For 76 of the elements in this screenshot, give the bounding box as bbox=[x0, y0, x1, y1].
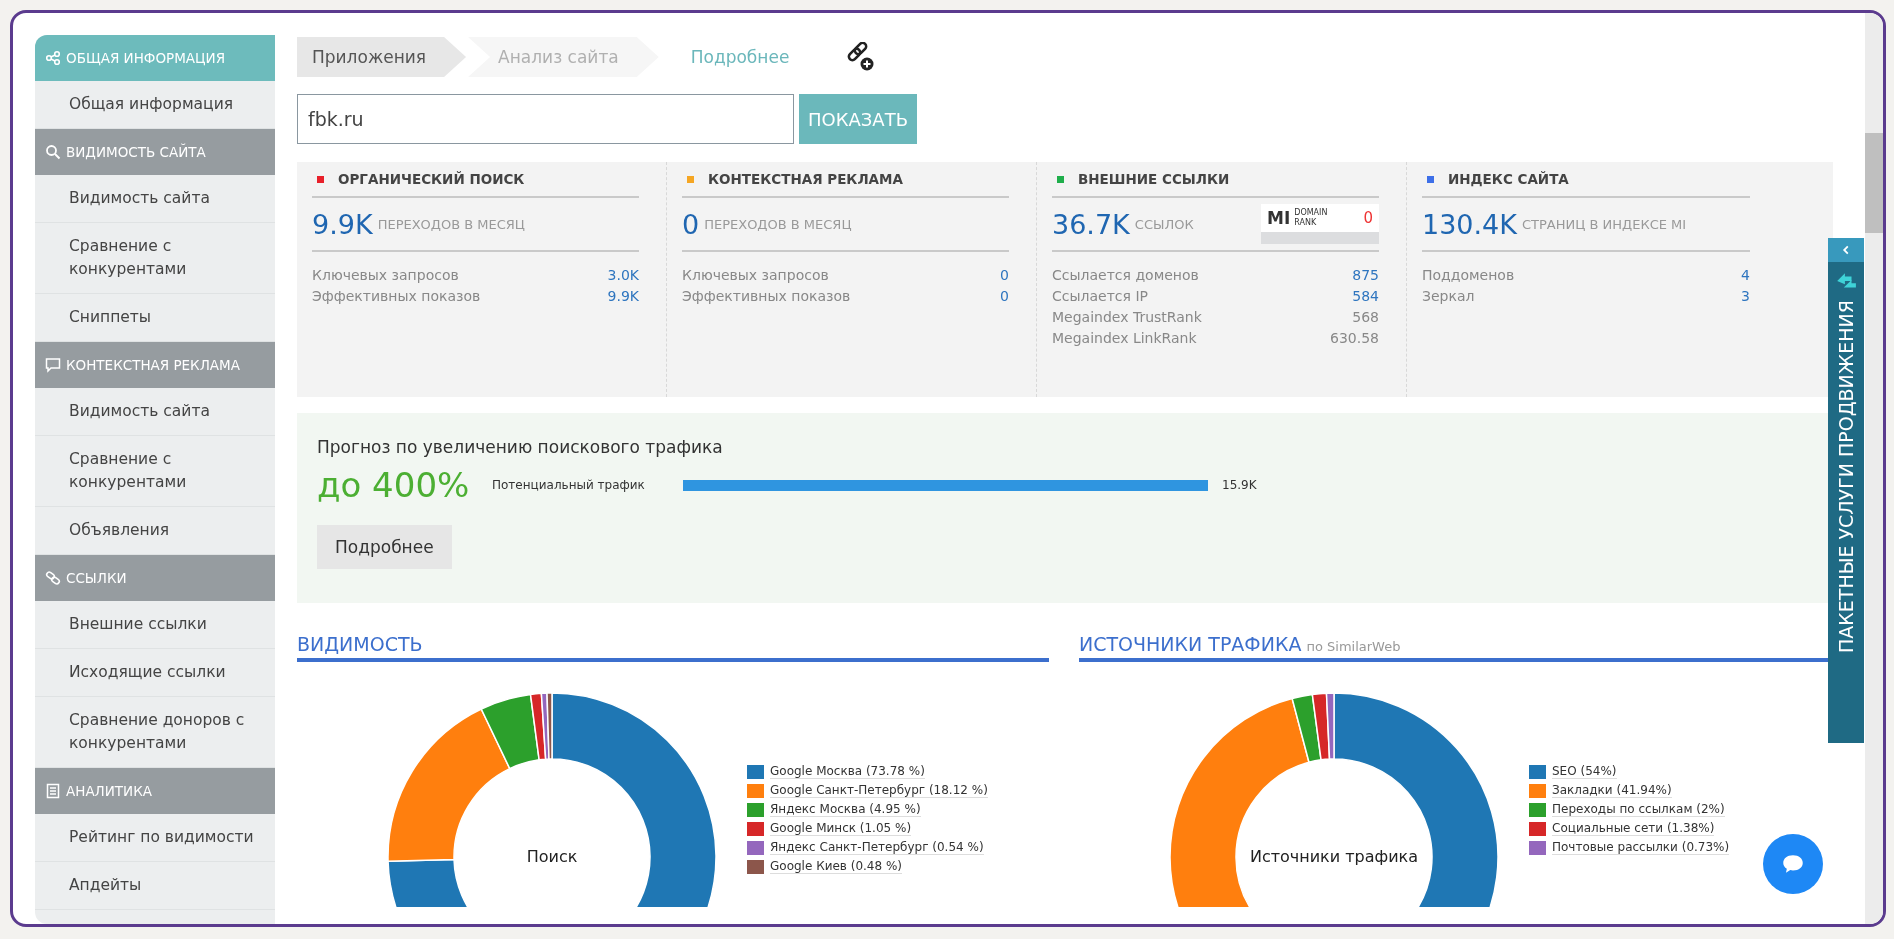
metric-value: 130.4K bbox=[1422, 208, 1517, 240]
legend-label[interactable]: Яндекс Москва (4.95 %) bbox=[770, 802, 921, 817]
metric-label: Megaindex TrustRank bbox=[1052, 308, 1202, 327]
sidebar-item[interactable]: Сравнение с конкурентами bbox=[35, 436, 275, 507]
forecast-value: до 400% bbox=[317, 465, 471, 505]
badge-value: 0 bbox=[1363, 209, 1373, 227]
metric-label: Эффективных показов bbox=[312, 287, 481, 306]
legend-label[interactable]: Закладки (41.94%) bbox=[1552, 783, 1672, 798]
share-icon bbox=[45, 50, 61, 66]
sidebar-item[interactable]: Апдейты bbox=[35, 862, 275, 910]
metric-unit: ПЕРЕХОДОВ В МЕСЯЦ bbox=[377, 216, 526, 232]
details-button[interactable]: Подробнее bbox=[317, 525, 452, 569]
scrollbar[interactable] bbox=[1865, 13, 1883, 924]
metric-number: 630.58 bbox=[1330, 329, 1379, 348]
sidebar-item[interactable]: Видимость сайта bbox=[35, 175, 275, 223]
promo-side-tab[interactable]: ПАКЕТНЫЕ УСЛУГИ ПРОДВИЖЕНИЯ bbox=[1828, 238, 1864, 743]
legend-label[interactable]: Google Киев (0.48 %) bbox=[770, 859, 903, 874]
sidebar-item[interactable]: Видимость сайта bbox=[35, 388, 275, 436]
card-title: ОРГАНИЧЕСКИЙ ПОИСК bbox=[338, 171, 525, 187]
legend-label[interactable]: Яндекс Санкт-Петербург (0.54 %) bbox=[770, 840, 984, 855]
metric-number[interactable]: 3 bbox=[1741, 286, 1750, 307]
document-icon bbox=[45, 783, 61, 799]
link-icon bbox=[45, 570, 61, 586]
legend-label[interactable]: Google Минск (1.05 %) bbox=[770, 821, 912, 836]
metric-unit: ПЕРЕХОДОВ В МЕСЯЦ bbox=[704, 216, 853, 232]
sidebar-item[interactable]: Внешние ссылки bbox=[35, 601, 275, 649]
metric-unit: ССЫЛОК bbox=[1134, 216, 1195, 232]
metric-value: 0 bbox=[682, 208, 700, 240]
metric-label: Эффективных показов bbox=[682, 287, 851, 306]
sidebar-item[interactable]: Сравнение с конкурентами bbox=[35, 223, 275, 294]
badge-label: DOMAIN bbox=[1294, 208, 1329, 218]
sidebar-item[interactable]: Исходящие ссылки bbox=[35, 649, 275, 697]
metric-value: 9.9K bbox=[312, 208, 373, 240]
card-title: ИНДЕКС САЙТА bbox=[1448, 171, 1569, 187]
metric-number[interactable]: 4 bbox=[1741, 265, 1750, 286]
search-icon bbox=[45, 144, 61, 160]
badge-label: RANK bbox=[1294, 218, 1318, 228]
bar-reading: 15.9K bbox=[1222, 478, 1257, 492]
section-heading: ИСТОЧНИКИ ТРАФИКА bbox=[1079, 633, 1302, 655]
metric-number[interactable]: 0 bbox=[1000, 265, 1009, 286]
section-heading: ВИДИМОСТЬ bbox=[297, 633, 423, 655]
metric-label: Ключевых запросов bbox=[682, 266, 829, 285]
link-add-icon[interactable] bbox=[845, 42, 876, 72]
metric-number[interactable]: 584 bbox=[1352, 286, 1379, 307]
card-title: КОНТЕКСТНАЯ РЕКЛАМА bbox=[708, 171, 903, 187]
speech-bubble-icon bbox=[45, 357, 61, 373]
domain-input-field[interactable]: fbk.ru bbox=[297, 94, 794, 144]
metric-unit: СТРАНИЦ В ИНДЕКСЕ MI bbox=[1522, 216, 1688, 232]
section-subheading: по SimilarWeb bbox=[1306, 639, 1401, 654]
donut-center-label: Источники трафика bbox=[1249, 847, 1419, 866]
breadcrumb-item[interactable]: Приложения bbox=[297, 37, 467, 77]
metric-number[interactable]: 0 bbox=[1000, 286, 1009, 307]
metric-number[interactable]: 9.9K bbox=[607, 286, 639, 307]
legend-label[interactable]: Социальные сети (1.38%) bbox=[1552, 821, 1715, 836]
metric-label: Ссылается доменов bbox=[1052, 266, 1199, 285]
metric-number[interactable]: 875 bbox=[1352, 265, 1379, 286]
donut-center-label: Поиск bbox=[526, 847, 578, 866]
legend-label[interactable]: Google Москва (73.78 %) bbox=[770, 764, 925, 779]
metric-number: 568 bbox=[1352, 308, 1379, 327]
legend-label[interactable]: SEO (54%) bbox=[1552, 764, 1617, 779]
sidebar-item[interactable]: Рейтинг по видимости bbox=[35, 814, 275, 862]
metric-value: 36.7K bbox=[1052, 208, 1130, 240]
forecast-title: Прогноз по увеличению поискового трафика bbox=[317, 437, 724, 457]
metric-label: Megaindex LinkRank bbox=[1052, 329, 1197, 348]
legend-label[interactable]: Почтовые рассылки (0.73%) bbox=[1552, 840, 1730, 855]
card-title: ВНЕШНИЕ ССЫЛКИ bbox=[1078, 171, 1230, 187]
legend-label[interactable]: Переходы по ссылкам (2%) bbox=[1552, 802, 1725, 817]
chat-button[interactable] bbox=[1763, 834, 1823, 894]
metric-label: Поддоменов bbox=[1422, 266, 1515, 285]
metric-label: Ключевых запросов bbox=[312, 266, 459, 285]
badge-logo: MI bbox=[1267, 208, 1291, 228]
metric-number[interactable]: 3.0K bbox=[607, 265, 639, 286]
bar-label: Потенциальный трафик bbox=[492, 478, 646, 492]
legend-label[interactable]: Google Санкт-Петербург (18.12 %) bbox=[770, 783, 988, 798]
metric-label: Зеркал bbox=[1422, 287, 1475, 306]
metric-label: Ссылается IP bbox=[1052, 287, 1148, 306]
